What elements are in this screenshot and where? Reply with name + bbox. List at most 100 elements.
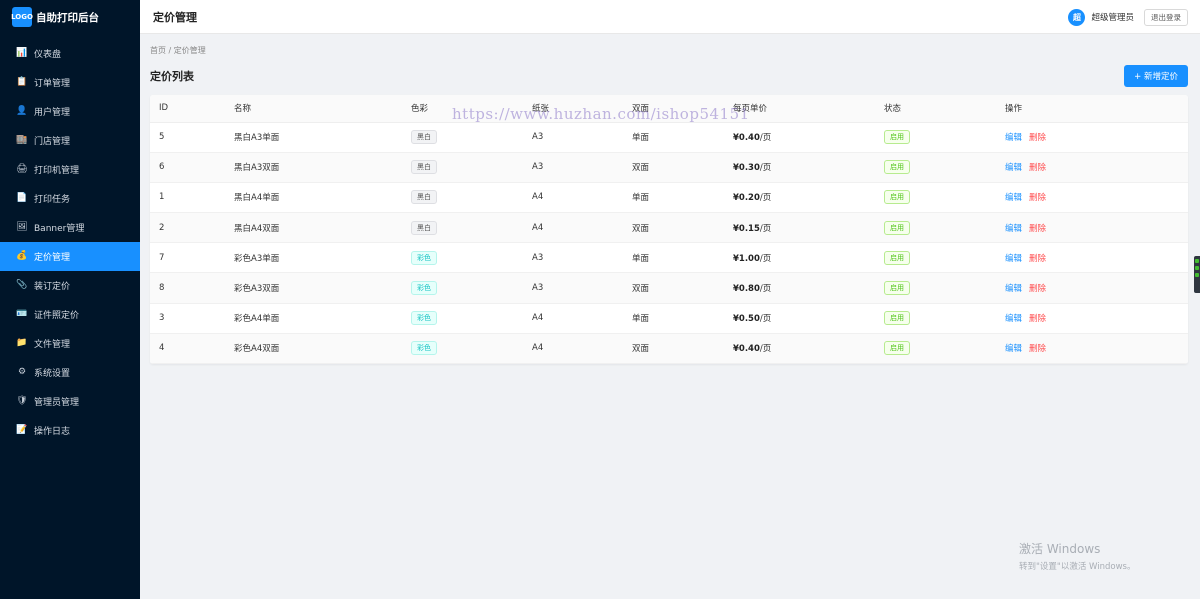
status-badge: 启用 <box>884 341 910 356</box>
delete-link[interactable]: 删除 <box>1029 163 1046 173</box>
sidebar-item[interactable]: 🖨 打印机管理 <box>0 155 140 184</box>
sidebar-item[interactable]: 📋 订单管理 <box>0 68 140 97</box>
status-badge: 启用 <box>884 311 910 326</box>
top-header: 定价管理 超 超级管理员 退出登录 <box>140 0 1200 34</box>
cell-price: ¥0.80/页 <box>724 272 875 304</box>
cell-duplex: 双面 <box>623 272 724 304</box>
sidebar-item-label: 系统设置 <box>34 369 71 379</box>
sidebar-item-label: 订单管理 <box>34 79 71 89</box>
sidebar-item[interactable]: 📝 操作日志 <box>0 416 140 445</box>
sidebar-item-label: 证件照定价 <box>34 311 80 321</box>
table-row: 4 彩色A4双面 彩色 A4 双面 ¥0.40/页 启用 编辑 删除 <box>150 333 1188 364</box>
sidebar-item[interactable]: 📁 文件管理 <box>0 329 140 358</box>
header-title: 定价管理 <box>153 10 197 24</box>
cell-id: 2 <box>150 212 225 244</box>
price-value: ¥0.50 <box>733 314 760 325</box>
cell-name: 彩色A3双面 <box>225 272 402 304</box>
delete-link[interactable]: 删除 <box>1029 254 1046 264</box>
pricing-table: ID 名称 色彩 纸张 双面 每页单价 状态 操作 5 黑白A3单面 黑白 A3 单面 ¥… <box>150 95 1188 364</box>
main-content: 首页 / 定价管理 定价列表 + 新增定价 ID 名称 色彩 纸张 双面 每页单… <box>150 34 1188 364</box>
cell-paper: A4 <box>523 182 623 214</box>
delete-link[interactable]: 删除 <box>1029 314 1046 324</box>
table-row: 6 黑白A3双面 黑白 A3 双面 ¥0.30/页 启用 编辑 删除 <box>150 152 1188 183</box>
cell-name: 彩色A3单面 <box>225 242 402 274</box>
edit-link[interactable]: 编辑 <box>1005 284 1022 294</box>
sidebar-item[interactable]: 🖼 Banner管理 <box>0 213 140 242</box>
edit-link[interactable]: 编辑 <box>1005 224 1022 234</box>
cell-paper: A3 <box>523 152 623 183</box>
cell-name: 彩色A4双面 <box>225 333 402 364</box>
sidebar-item[interactable]: 🏬 门店管理 <box>0 126 140 155</box>
page-title: 定价列表 <box>150 70 194 83</box>
delete-link[interactable]: 删除 <box>1029 284 1046 294</box>
column-header-name: 名称 <box>225 95 402 123</box>
cell-price: ¥0.50/页 <box>724 303 875 334</box>
cell-duplex: 单面 <box>623 303 724 334</box>
sidebar-item[interactable]: 🛡 管理员管理 <box>0 387 140 416</box>
order-icon: 📋 <box>16 77 28 87</box>
cell-color: 彩色 <box>402 333 523 364</box>
cell-paper: A3 <box>523 272 623 304</box>
logout-button[interactable]: 退出登录 <box>1144 8 1188 26</box>
user-icon: 👤 <box>16 106 28 116</box>
edit-link[interactable]: 编辑 <box>1005 133 1022 143</box>
edit-link[interactable]: 编辑 <box>1005 314 1022 324</box>
price-unit: /页 <box>759 133 772 144</box>
sidebar-item[interactable]: 👤 用户管理 <box>0 97 140 126</box>
edit-link[interactable]: 编辑 <box>1005 254 1022 264</box>
sidebar-item[interactable]: 📎 装订定价 <box>0 271 140 300</box>
delete-link[interactable]: 删除 <box>1029 344 1046 354</box>
delete-link[interactable]: 删除 <box>1029 193 1046 203</box>
sidebar-item[interactable]: 📊 仪表盘 <box>0 39 140 68</box>
cell-color: 彩色 <box>402 303 523 334</box>
table-row: 3 彩色A4单面 彩色 A4 单面 ¥0.50/页 启用 编辑 删除 <box>150 303 1188 334</box>
table-row: 1 黑白A4单面 黑白 A4 单面 ¥0.20/页 启用 编辑 删除 <box>150 182 1188 214</box>
price-unit: /页 <box>759 344 772 355</box>
cell-price: ¥0.15/页 <box>724 212 875 244</box>
sidebar-item[interactable]: 🪪 证件照定价 <box>0 300 140 329</box>
price-value: ¥0.20 <box>733 193 760 204</box>
status-badge: 启用 <box>884 190 910 205</box>
cell-color: 彩色 <box>402 242 523 274</box>
color-tag: 黑白 <box>411 160 437 175</box>
windows-activation-hint: 转到"设置"以激活 Windows。 <box>1019 562 1136 572</box>
cell-duplex: 双面 <box>623 333 724 364</box>
brand[interactable]: LOGO 自助打印后台 <box>0 0 140 34</box>
table-body: 5 黑白A3单面 黑白 A3 单面 ¥0.40/页 启用 编辑 删除 6 黑白A3双面 黑白 A3 双面 ¥… <box>150 122 1188 364</box>
delete-link[interactable]: 删除 <box>1029 224 1046 234</box>
sidebar-item[interactable]: 💰 定价管理 <box>0 242 140 271</box>
sidebar-item-label: 操作日志 <box>34 427 71 437</box>
delete-link[interactable]: 删除 <box>1029 133 1046 143</box>
edit-link[interactable]: 编辑 <box>1005 344 1022 354</box>
status-badge: 启用 <box>884 220 910 235</box>
cell-status: 启用 <box>875 242 996 274</box>
column-header-status: 状态 <box>875 95 996 123</box>
user-name: 超级管理员 <box>1091 13 1134 23</box>
shield-icon: 🛡 <box>16 396 28 406</box>
edit-link[interactable]: 编辑 <box>1005 163 1022 173</box>
sidebar-item-label: 定价管理 <box>34 253 71 263</box>
windows-activation-title: 激活 Windows <box>1019 542 1101 556</box>
side-toolbar-handle[interactable] <box>1194 256 1200 293</box>
sidebar-item[interactable]: ⚙ 系统设置 <box>0 358 140 387</box>
printer-icon: 🖨 <box>16 164 28 174</box>
cell-actions: 编辑 删除 <box>996 122 1188 153</box>
price-unit: /页 <box>759 223 772 234</box>
cell-status: 启用 <box>875 272 996 304</box>
price-unit: /页 <box>759 163 772 174</box>
column-header-id: ID <box>150 95 225 123</box>
sidebar-item[interactable]: 📄 打印任务 <box>0 184 140 213</box>
brand-title: 自助打印后台 <box>36 11 99 24</box>
sidebar-item-label: 门店管理 <box>34 137 71 147</box>
title-row: 定价列表 + 新增定价 <box>150 64 1188 88</box>
add-pricing-button[interactable]: + 新增定价 <box>1124 65 1188 87</box>
table-row: 5 黑白A3单面 黑白 A3 单面 ¥0.40/页 启用 编辑 删除 <box>150 122 1188 153</box>
status-badge: 启用 <box>884 130 910 145</box>
edit-link[interactable]: 编辑 <box>1005 193 1022 203</box>
price-value: ¥0.15 <box>733 223 760 234</box>
cell-duplex: 双面 <box>623 212 724 244</box>
avatar[interactable]: 超 <box>1068 8 1086 26</box>
cell-price: ¥1.00/页 <box>724 242 875 274</box>
cell-duplex: 单面 <box>623 182 724 214</box>
price-value: ¥0.40 <box>733 133 760 144</box>
